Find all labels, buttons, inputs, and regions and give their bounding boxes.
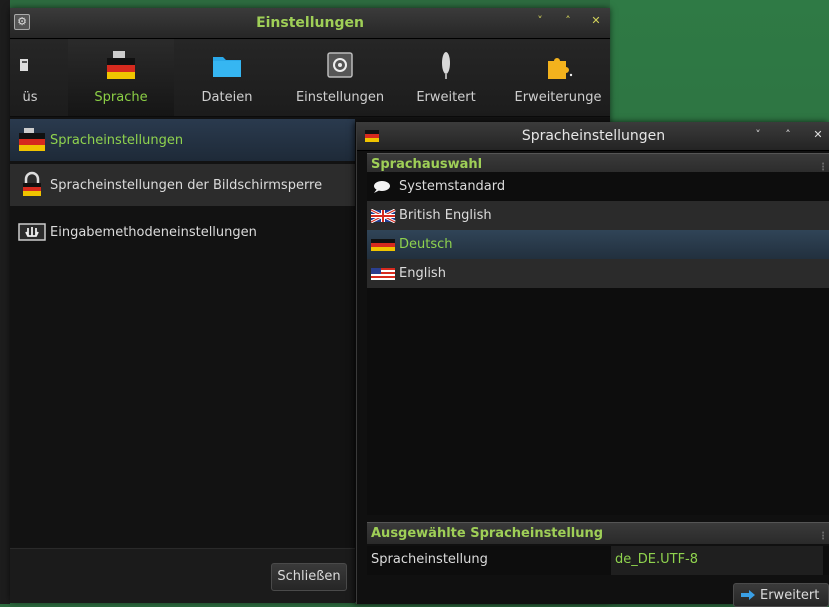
- arrow-right-icon: [741, 590, 755, 600]
- menu-icon: [20, 59, 28, 71]
- toolbar-item-files[interactable]: Dateien: [186, 39, 268, 116]
- language-label: British English: [399, 208, 492, 223]
- close-icon[interactable]: ✕: [812, 128, 824, 142]
- language-label: Systemstandard: [399, 179, 506, 194]
- nav-item-input-methods[interactable]: Eingabemethodeneinstellungen: [10, 211, 355, 253]
- us-flag-icon: [371, 267, 395, 280]
- language-item-english[interactable]: English: [367, 259, 829, 288]
- section-title: Ausgewählte Spracheinstellung: [371, 526, 604, 541]
- category-toolbar: üs Sprache Dateien Einstellungen Erweite…: [10, 39, 610, 117]
- language-item-system-default[interactable]: Systemstandard: [367, 172, 829, 201]
- close-button[interactable]: Schließen: [271, 563, 347, 591]
- puzzle-icon: [548, 58, 573, 79]
- german-flag-icon: [107, 51, 135, 79]
- lock-icon: [23, 171, 41, 196]
- nav-item-lockscreen-language[interactable]: Spracheinstellungen der Bildschirmsperre: [10, 164, 355, 206]
- nav-label: Spracheinstellungen: [50, 132, 184, 148]
- toolbar-item-settings[interactable]: Einstellungen: [284, 39, 396, 116]
- section-selected-language: Ausgewählte Spracheinstellung ⋮: [367, 522, 829, 544]
- window-title: Einstellungen: [256, 15, 364, 31]
- close-icon[interactable]: ✕: [590, 14, 602, 28]
- toolbar-item-extensions[interactable]: Erweiterunge: [506, 39, 610, 116]
- german-flag-icon: [371, 238, 395, 251]
- toolbar-label-files: Dateien: [201, 90, 253, 105]
- uk-flag-icon: [371, 208, 396, 223]
- maximize-icon[interactable]: ˄: [562, 14, 574, 28]
- advanced-button[interactable]: Erweitert: [733, 583, 829, 607]
- setting-key: Spracheinstellung: [371, 552, 488, 567]
- german-flag-icon: [19, 128, 45, 151]
- toolbar-label-language: Sprache: [94, 90, 148, 105]
- keyboard-icon: [18, 223, 46, 241]
- minimize-icon[interactable]: ˅: [534, 14, 546, 28]
- minimize-icon[interactable]: ˅: [752, 128, 764, 142]
- speech-bubble-icon: [374, 180, 390, 193]
- section-title: Sprachauswahl: [371, 157, 483, 172]
- section-grip-icon: ⋮: [818, 531, 828, 542]
- maximize-icon[interactable]: ˄: [782, 128, 794, 142]
- language-settings-dialog: Spracheinstellungen ˅ ˄ ✕ Sprachauswahl …: [356, 122, 829, 607]
- selected-setting-row: Spracheinstellung de_DE.UTF-8: [367, 546, 829, 575]
- toolbar-item-language[interactable]: Sprache: [68, 39, 174, 116]
- folder-icon: [213, 57, 241, 77]
- language-item-deutsch[interactable]: Deutsch: [367, 230, 829, 259]
- toolbar-item-advanced[interactable]: Erweitert: [406, 39, 486, 116]
- dialog-titlebar[interactable]: Spracheinstellungen ˅ ˄ ✕: [357, 122, 829, 151]
- desktop-edge: [0, 0, 10, 604]
- settings-titlebar[interactable]: ⚙ Einstellungen ˅ ˄ ✕: [10, 8, 610, 39]
- language-list: Systemstandard British English Deutsch E…: [367, 172, 829, 515]
- tool-icon: [442, 52, 450, 79]
- window-button-bar: Schließen: [10, 548, 355, 603]
- language-item-british-english[interactable]: British English: [367, 201, 829, 230]
- language-label: Deutsch: [399, 237, 453, 252]
- settings-icon: [327, 52, 353, 78]
- nav-label: Eingabemethodeneinstellungen: [50, 224, 257, 240]
- toolbar-item-menus[interactable]: üs: [10, 39, 50, 116]
- nav-label: Spracheinstellungen der Bildschirmsperre: [50, 177, 323, 193]
- setting-value: de_DE.UTF-8: [611, 546, 823, 575]
- settings-nav-list: Spracheinstellungen Spracheinstellungen …: [10, 117, 355, 547]
- advanced-button-label: Erweitert: [760, 587, 820, 603]
- toolbar-label-settings: Einstellungen: [295, 90, 385, 105]
- toolbar-label-menus: üs: [22, 90, 38, 105]
- language-label: English: [399, 266, 446, 281]
- toolbar-label-extensions: Erweiterunge: [514, 90, 602, 105]
- toolbar-label-advanced: Erweitert: [416, 90, 476, 105]
- nav-item-language-settings[interactable]: Spracheinstellungen: [10, 119, 355, 161]
